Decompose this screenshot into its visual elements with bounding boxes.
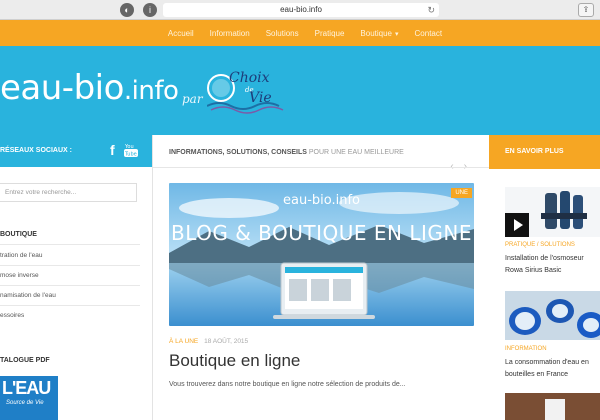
info-icon[interactable]: i xyxy=(143,3,157,17)
nav-item-pratique[interactable]: Pratique xyxy=(315,29,345,38)
nav-item-information[interactable]: Information xyxy=(210,29,250,38)
post-meta: À LA UNE 18 AOÛT, 2015 xyxy=(169,338,248,345)
chevron-down-icon: ▾ xyxy=(395,30,399,38)
divider xyxy=(153,167,489,168)
divider xyxy=(0,285,140,286)
nav-item-contact[interactable]: Contact xyxy=(415,29,443,38)
search-input[interactable]: Entrez votre recherche... xyxy=(0,183,137,202)
boutique-item[interactable]: essoires xyxy=(0,312,24,319)
divider xyxy=(0,244,140,245)
nav-item-solutions[interactable]: Solutions xyxy=(266,29,299,38)
svg-text:Vie: Vie xyxy=(249,90,272,106)
osmoseur-image xyxy=(505,187,600,237)
svg-text:Choix: Choix xyxy=(229,70,270,86)
url-text: eau-bio.info xyxy=(280,5,322,14)
catalog-cover-subtitle: Source de Vie xyxy=(6,400,44,406)
section-heading-bold: INFORMATIONS, SOLUTIONS, CONSEILS xyxy=(169,149,307,156)
reload-icon[interactable]: ↻ xyxy=(427,3,435,17)
nav-label: Accueil xyxy=(167,28,194,38)
site-header: eau-bio.info par Choix de Vie xyxy=(0,46,600,135)
catalog-cover[interactable]: L'EAU Source de Vie xyxy=(0,376,58,420)
nav-label: Information xyxy=(209,28,250,38)
site-tld: .info xyxy=(123,76,179,106)
boutique-item[interactable]: namisation de l'eau xyxy=(0,292,56,299)
post-excerpt: Vous trouverez dans notre boutique en li… xyxy=(169,381,406,388)
divider xyxy=(0,305,140,306)
section-heading-light: POUR UNE EAU MEILLEURE xyxy=(308,149,404,156)
facebook-icon[interactable]: f xyxy=(110,142,115,158)
right-title: EN SAVOIR PLUS xyxy=(505,148,564,155)
site-logo[interactable]: eau-bio.info xyxy=(0,68,179,108)
post-category[interactable]: INFORMATION xyxy=(505,346,547,352)
post-category[interactable]: À LA UNE xyxy=(169,338,198,345)
featured-image[interactable]: UNE eau-bio.info BLOG & BOUTIQUE EN LIGN… xyxy=(169,183,474,326)
catalog-cover-title: L'EAU xyxy=(2,378,51,398)
social-title: RÉSEAUX SOCIAUX : xyxy=(0,147,72,154)
youtube-icon[interactable]: You Tube xyxy=(124,142,138,158)
main-content: INFORMATIONS, SOLUTIONS, CONSEILS POUR U… xyxy=(153,135,489,420)
svg-text:Tube: Tube xyxy=(124,152,137,158)
boutique-item[interactable]: mose inverse xyxy=(0,272,39,279)
nav-label: Contact xyxy=(414,28,443,38)
bottles-image xyxy=(505,291,600,340)
post-title[interactable]: La consommation d'eau en bouteilles en F… xyxy=(505,357,600,381)
right-sidebar: EN SAVOIR PLUS PRATIQUE / SOLUTIONS Inst… xyxy=(489,135,600,420)
share-icon[interactable]: ⇪ xyxy=(578,3,594,17)
nav-label: Pratique xyxy=(314,28,345,38)
post-title[interactable]: Boutique en ligne xyxy=(169,351,300,371)
boutique-item[interactable]: tration de l'eau xyxy=(0,252,42,259)
boutique-title: BOUTIQUE xyxy=(0,231,37,238)
site-name: eau-bio xyxy=(0,68,124,108)
nav-label: Solutions xyxy=(265,28,299,38)
post-thumbnail[interactable] xyxy=(505,393,600,420)
nav-item-boutique[interactable]: Boutique ▾ xyxy=(360,29,398,38)
partner-logo[interactable]: Choix de Vie xyxy=(207,66,287,114)
by-label: par xyxy=(182,92,203,106)
catalog-title: TALOGUE PDF xyxy=(0,357,50,364)
nav-label: Boutique xyxy=(360,28,393,38)
social-bar: RÉSEAUX SOCIAUX : f You Tube xyxy=(0,135,152,167)
hero-brand: eau-bio.info xyxy=(283,193,360,208)
section-heading: INFORMATIONS, SOLUTIONS, CONSEILS POUR U… xyxy=(169,149,404,156)
reader-icon[interactable]: ◐ xyxy=(120,3,134,17)
post-thumbnail[interactable] xyxy=(505,291,600,340)
hero-title: BLOG & BOUTIQUE EN LIGNE xyxy=(170,221,473,245)
browser-toolbar: ◐ i eau-bio.info ↻ ⇪ xyxy=(0,0,600,20)
post-date: 18 AOÛT, 2015 xyxy=(204,338,249,345)
nav-item-accueil[interactable]: Accueil xyxy=(168,29,194,38)
post-category[interactable]: PRATIQUE / SOLUTIONS xyxy=(505,242,575,248)
post-thumbnail[interactable] xyxy=(505,187,600,237)
right-bar: EN SAVOIR PLUS xyxy=(489,135,600,169)
divider xyxy=(0,265,140,266)
post-title[interactable]: Installation de l'osmoseur Rowa Sirius B… xyxy=(505,253,600,277)
main-nav: Accueil Information Solutions Pratique B… xyxy=(0,20,600,46)
address-bar[interactable]: eau-bio.info ↻ xyxy=(163,3,439,17)
third-post-image xyxy=(505,393,600,420)
